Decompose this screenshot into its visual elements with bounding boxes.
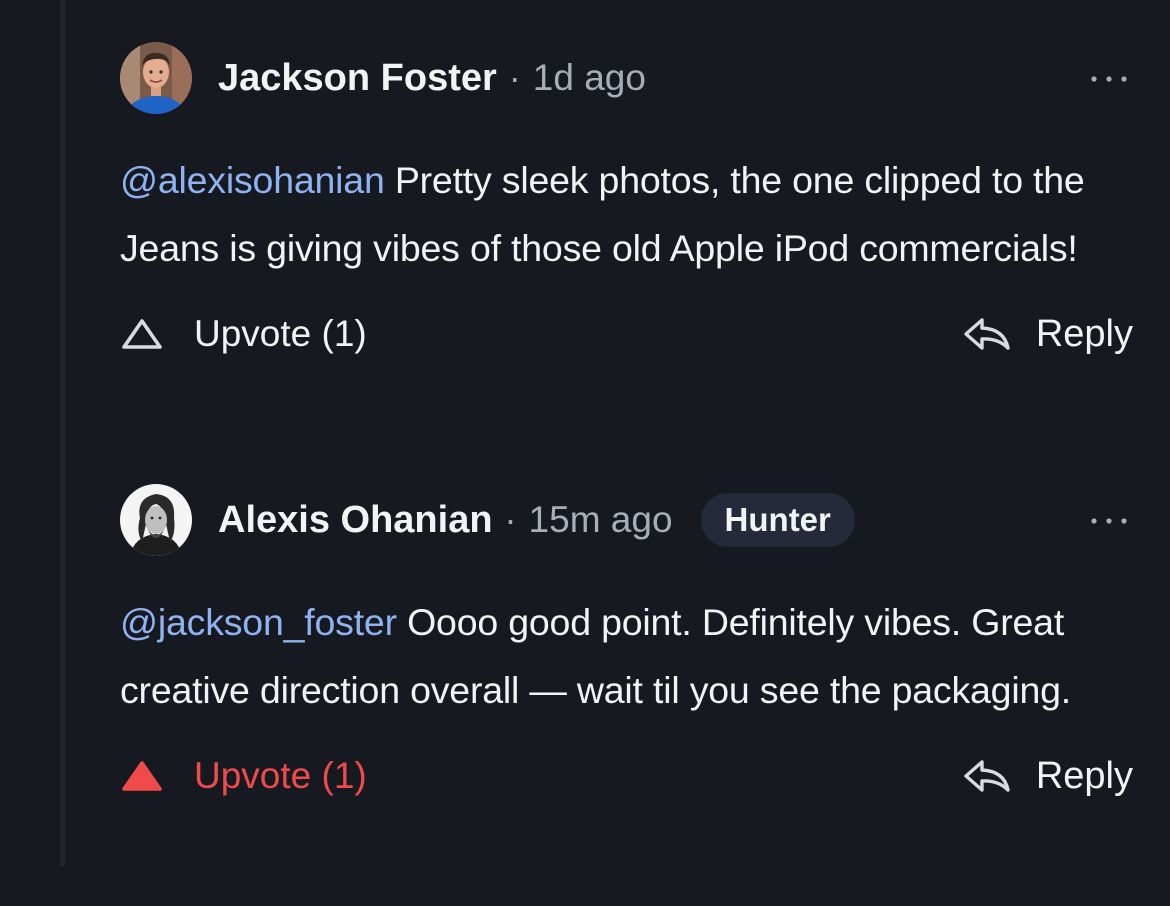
- meta-separator: ·: [508, 57, 521, 98]
- meta-separator: ·: [504, 499, 517, 540]
- comment-meta: Jackson Foster · 1d ago: [218, 56, 646, 100]
- thread-line: [60, 0, 65, 866]
- upvote-label: Upvote (1): [194, 755, 367, 796]
- comment-text: @alexisohanian Pretty sleek photos, the …: [120, 146, 1135, 282]
- reply-label: Reply: [1035, 312, 1133, 355]
- mention-link[interactable]: @alexisohanian: [120, 159, 385, 201]
- timestamp: 1d ago: [532, 57, 646, 98]
- triangle-up-filled-icon: [120, 756, 168, 796]
- author-name[interactable]: Jackson Foster: [218, 57, 497, 100]
- avatar[interactable]: [120, 484, 192, 556]
- reply-button[interactable]: Reply: [962, 304, 1133, 364]
- more-options-button[interactable]: [1087, 64, 1131, 94]
- reply-button[interactable]: Reply: [962, 746, 1133, 806]
- mention-link[interactable]: @jackson_foster: [120, 601, 397, 643]
- more-options-button[interactable]: [1087, 506, 1131, 536]
- upvote-label: Upvote (1): [194, 313, 367, 354]
- timestamp: 15m ago: [528, 499, 673, 540]
- comment-meta: Alexis Ohanian · 15m ago Hunter: [218, 493, 855, 547]
- comment-text: @jackson_foster Oooo good point. Definit…: [120, 588, 1135, 724]
- reply-arrow-icon: [962, 314, 1012, 354]
- comment-actions: Upvote (1) Reply: [120, 304, 1135, 364]
- avatar[interactable]: [120, 42, 192, 114]
- more-horizontal-icon: [1089, 512, 1129, 530]
- author-name[interactable]: Alexis Ohanian: [218, 499, 493, 542]
- comment: Alexis Ohanian · 15m ago Hunter @jackson…: [120, 484, 1135, 806]
- comment-actions: Upvote (1) Reply: [120, 746, 1135, 806]
- upvote-button[interactable]: Upvote (1): [120, 304, 367, 364]
- upvote-button[interactable]: Upvote (1): [120, 746, 367, 806]
- triangle-up-outline-icon: [120, 314, 168, 354]
- reply-arrow-icon: [962, 756, 1012, 796]
- hunter-badge: Hunter: [700, 493, 855, 547]
- reply-label: Reply: [1035, 754, 1133, 797]
- comment: Jackson Foster · 1d ago @alexisohanian P…: [120, 42, 1135, 364]
- comment-header: Jackson Foster · 1d ago: [120, 42, 1135, 114]
- comment-header: Alexis Ohanian · 15m ago Hunter: [120, 484, 1135, 556]
- more-horizontal-icon: [1089, 70, 1129, 88]
